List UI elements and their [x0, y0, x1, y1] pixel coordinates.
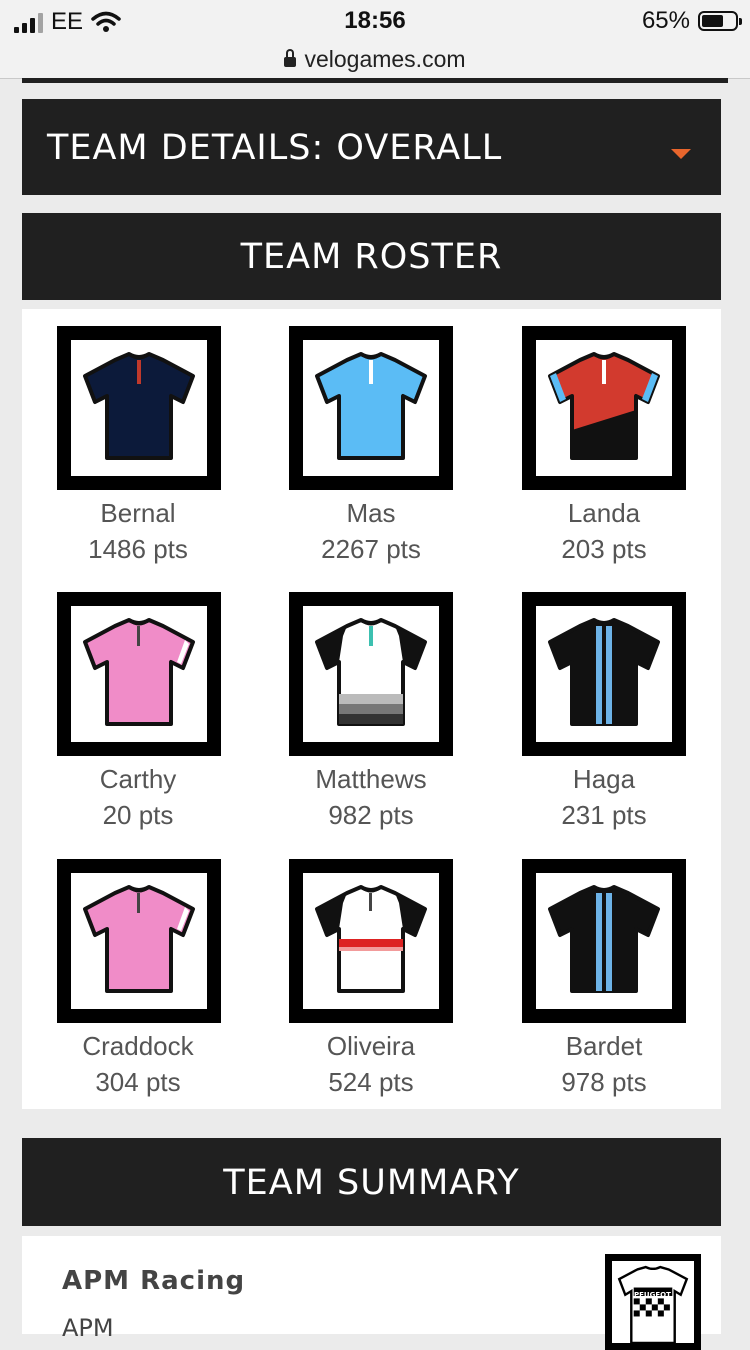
team-roster-title: TEAM ROSTER	[240, 237, 503, 277]
rider-name[interactable]: Bernal	[22, 498, 254, 529]
rider-points: 20 pts	[102, 800, 174, 830]
rider-points: 304 pts	[95, 1067, 181, 1097]
battery-status: 65%	[641, 7, 742, 35]
rider-points: 1486 pts	[88, 534, 188, 564]
rider-name[interactable]: Landa	[488, 498, 720, 529]
rider-name[interactable]: Mas	[255, 498, 487, 529]
jersey-icon[interactable]	[57, 326, 221, 490]
address-bar[interactable]: velogames.com	[0, 40, 750, 79]
battery-icon	[698, 11, 742, 31]
roster-grid: Bernal 1486 pts Mas 2267 pts Landa 203 p…	[22, 309, 721, 1109]
rider-name[interactable]: Oliveira	[255, 1031, 487, 1062]
jersey-icon[interactable]	[289, 859, 453, 1023]
clock: 18:56	[344, 7, 406, 34]
team-details-title: TEAM DETAILS: OVERALL	[47, 128, 503, 168]
jersey-icon[interactable]	[289, 592, 453, 756]
rider-points: 524 pts	[328, 1067, 414, 1097]
jersey-icon[interactable]	[57, 859, 221, 1023]
team-summary-header: TEAM SUMMARY	[22, 1138, 721, 1226]
team-roster-header: TEAM ROSTER	[22, 213, 721, 300]
jersey-icon[interactable]	[522, 592, 686, 756]
jersey-icon[interactable]	[522, 859, 686, 1023]
rider-points: 2267 pts	[321, 534, 421, 564]
rider-name[interactable]: Bardet	[488, 1031, 720, 1062]
rider-points: 231 pts	[561, 800, 647, 830]
rider-name[interactable]: Carthy	[22, 764, 254, 795]
jersey-icon[interactable]	[57, 592, 221, 756]
rider-points: 978 pts	[561, 1067, 647, 1097]
rider-name[interactable]: Craddock	[22, 1031, 254, 1062]
rider-name[interactable]: Haga	[488, 764, 720, 795]
team-jersey-icon: PEUGEOT	[605, 1254, 701, 1350]
url-text: velogames.com	[304, 45, 466, 72]
caret-down-icon[interactable]	[671, 149, 691, 159]
battery-percent: 65%	[641, 7, 690, 34]
rider-name[interactable]: Matthews	[255, 764, 487, 795]
status-bar: EE 18:56 65%	[0, 0, 750, 40]
jersey-icon[interactable]	[522, 326, 686, 490]
team-summary-card: APM Racing APM PEUGEOT	[22, 1236, 721, 1350]
team-details-toggle[interactable]: TEAM DETAILS: OVERALL	[22, 99, 721, 195]
jersey-brand: PEUGEOT	[634, 1291, 671, 1299]
team-name: APM Racing	[62, 1266, 246, 1296]
lock-icon	[284, 49, 297, 67]
nav-strip	[22, 78, 728, 83]
team-summary-title: TEAM SUMMARY	[223, 1163, 520, 1203]
team-owner: APM	[62, 1314, 114, 1342]
rider-points: 203 pts	[561, 534, 647, 564]
rider-points: 982 pts	[328, 800, 414, 830]
jersey-icon[interactable]	[289, 326, 453, 490]
